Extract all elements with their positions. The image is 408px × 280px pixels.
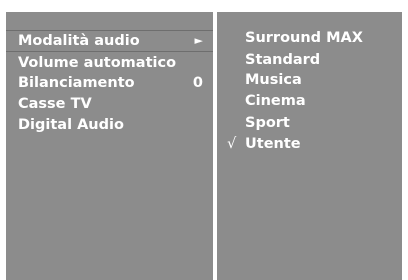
option-standard[interactable]: Standard: [217, 49, 402, 71]
option-label: Cinema: [245, 93, 306, 109]
menu-item-modalita-audio[interactable]: Modalità audio ►: [6, 30, 213, 52]
checkmark-icon: √: [227, 136, 237, 152]
menu-item-label: Bilanciamento: [18, 75, 135, 91]
option-surround-max[interactable]: Surround MAX: [217, 27, 402, 49]
option-utente[interactable]: √ Utente: [217, 133, 402, 155]
menu-item-volume-automatico[interactable]: Volume automatico: [6, 52, 213, 74]
audio-mode-options-panel: Surround MAX Standard Musica Cinema Spor…: [217, 12, 402, 280]
option-label: Sport: [245, 115, 290, 131]
option-label: Standard: [245, 52, 321, 68]
menu-item-label: Casse TV: [18, 96, 92, 112]
option-musica[interactable]: Musica: [217, 69, 402, 91]
menu-item-bilanciamento[interactable]: Bilanciamento 0: [6, 72, 213, 94]
menu-item-label: Modalità audio: [18, 33, 140, 49]
menu-item-digital-audio[interactable]: Digital Audio: [6, 114, 213, 136]
tv-osd-screen: Modalità audio ► Volume automatico Bilan…: [0, 0, 408, 280]
option-label: Musica: [245, 72, 302, 88]
option-label: Utente: [245, 136, 301, 152]
menu-item-label: Volume automatico: [18, 55, 177, 71]
option-label: Surround MAX: [245, 30, 363, 46]
menu-item-casse-tv[interactable]: Casse TV: [6, 93, 213, 115]
audio-menu-panel: Modalità audio ► Volume automatico Bilan…: [6, 12, 213, 280]
option-cinema[interactable]: Cinema: [217, 90, 402, 112]
balance-value: 0: [192, 75, 203, 91]
menu-item-label: Digital Audio: [18, 117, 124, 133]
submenu-arrow-icon: ►: [194, 34, 203, 47]
option-sport[interactable]: Sport: [217, 112, 402, 134]
